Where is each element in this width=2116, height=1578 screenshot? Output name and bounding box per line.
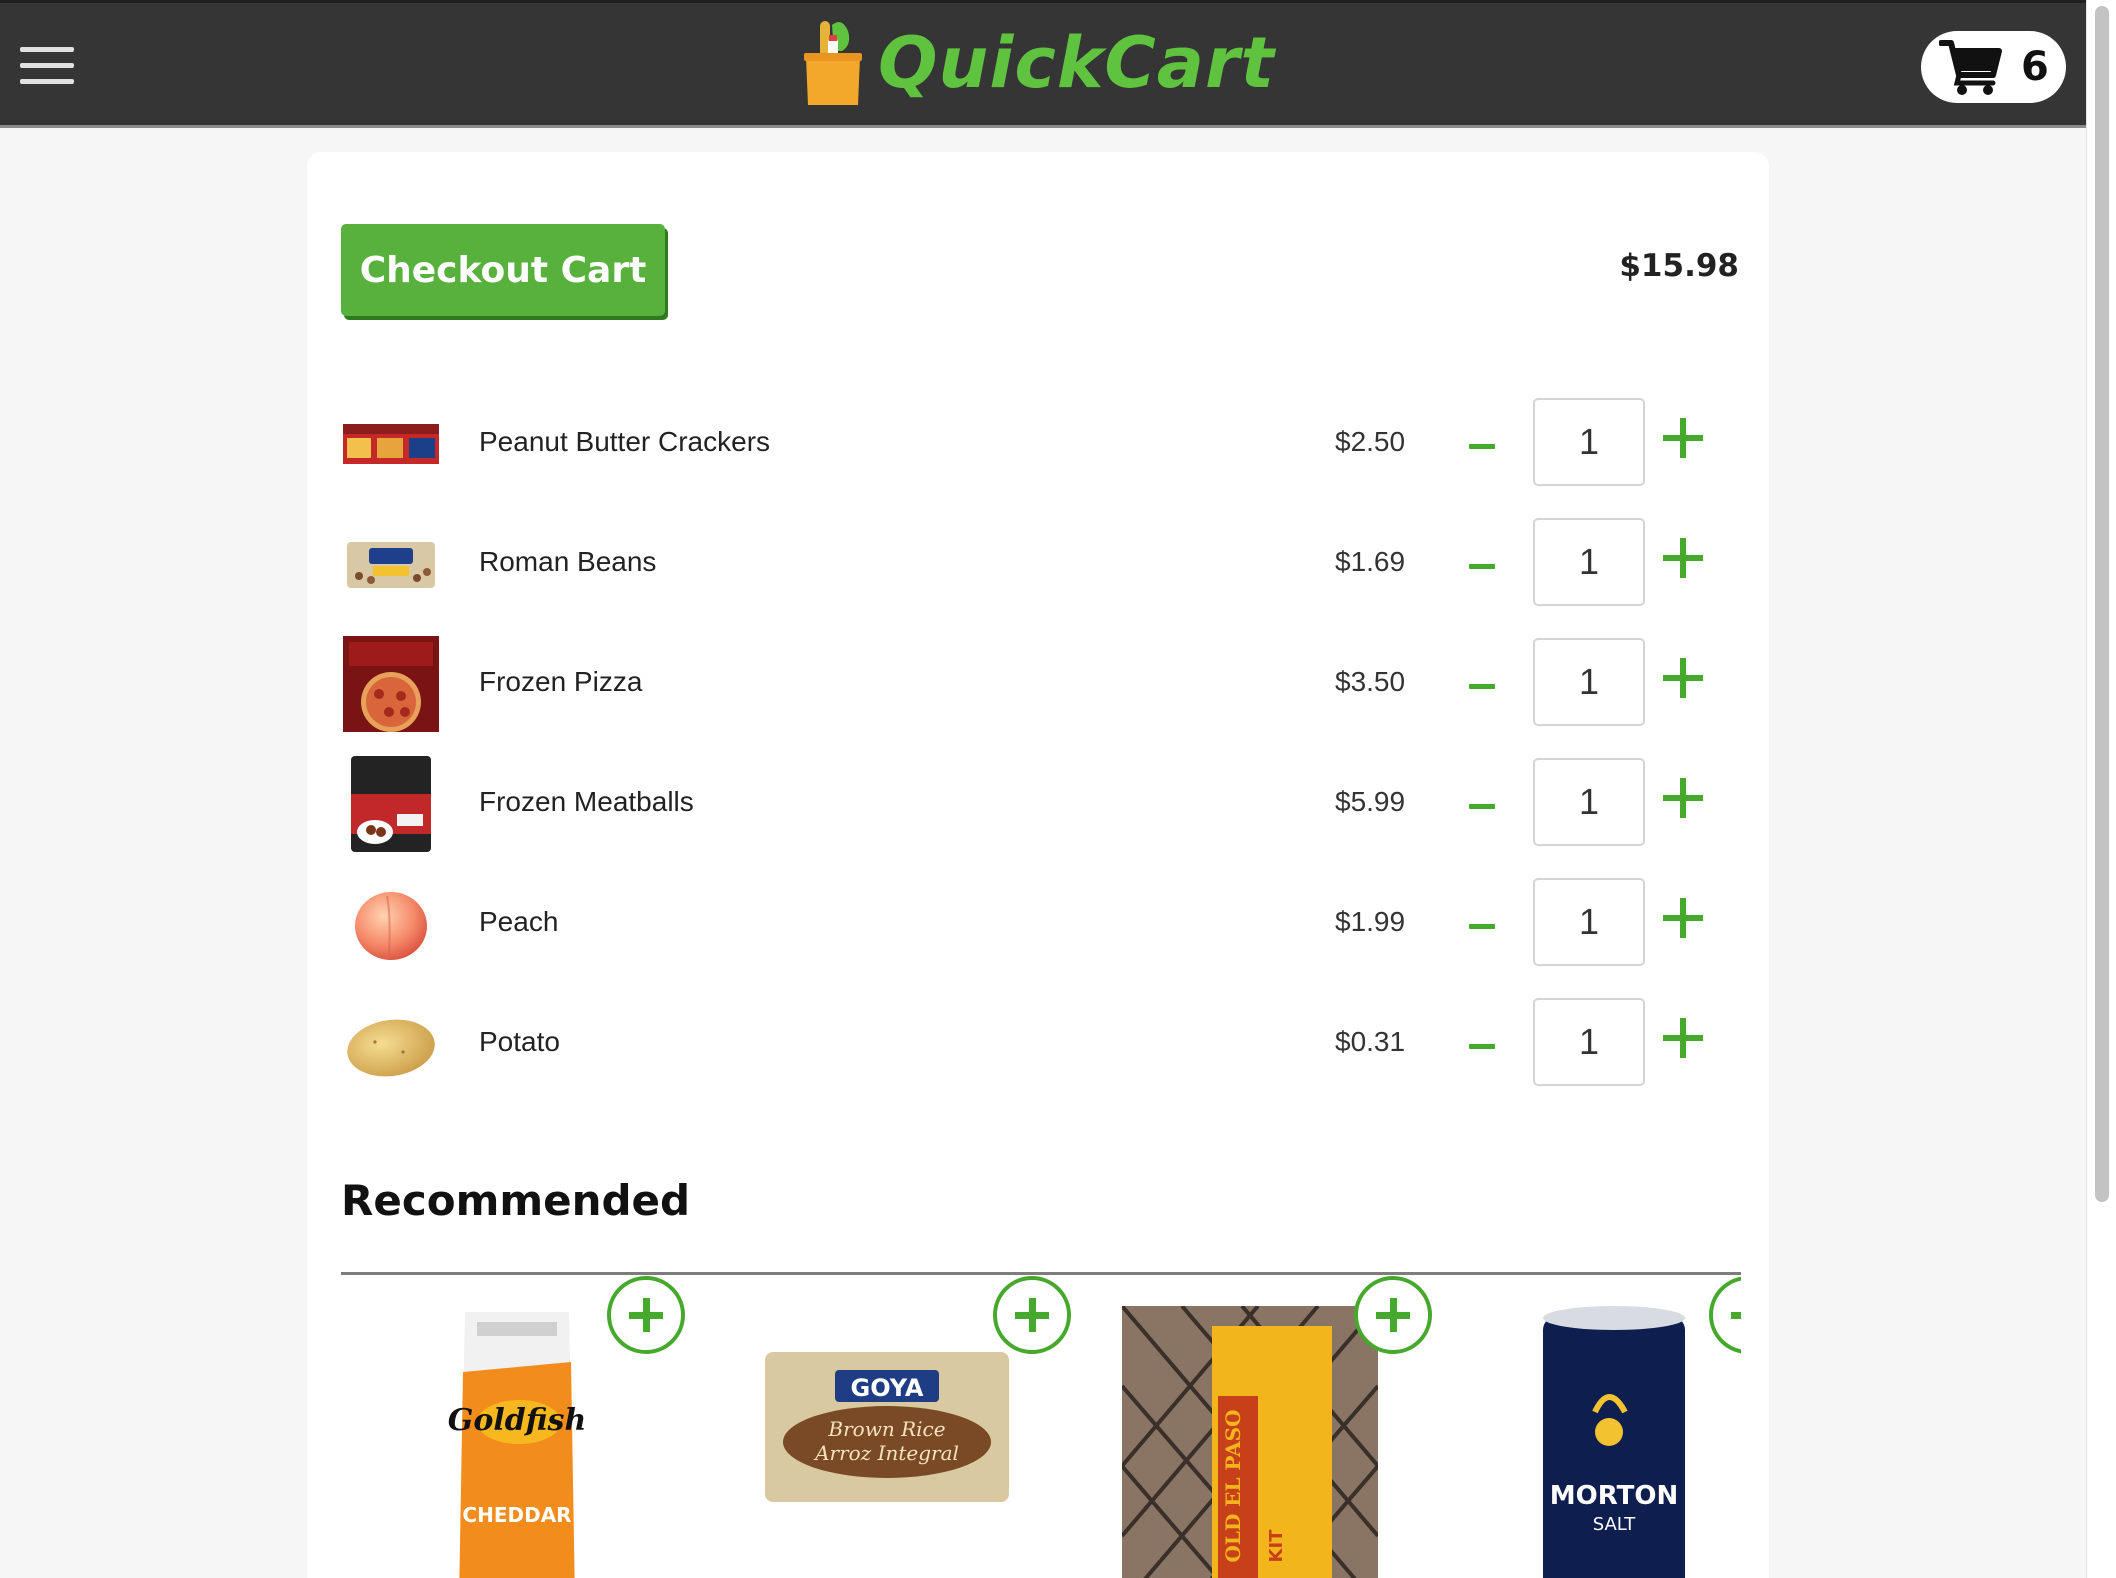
rice-bag-icon: GOYA Brown Rice Arroz Integral	[765, 1352, 1009, 1502]
add-recommended-button[interactable]	[1354, 1276, 1432, 1354]
rec-variant: Brown Rice	[827, 1417, 945, 1441]
scrollbar-thumb[interactable]	[2095, 6, 2109, 1202]
rec-variant: SALT	[1593, 1514, 1637, 1535]
app-logo[interactable]: QuickCart	[802, 13, 1275, 113]
top-navigation-bar: QuickCart 6	[0, 0, 2086, 128]
cart-panel: Checkout Cart $15.98 Peanut Butter Crack…	[307, 152, 1769, 1578]
salt-canister-icon: MORTON SALT	[1543, 1306, 1685, 1578]
cart-count-badge: 6	[2021, 44, 2049, 90]
add-recommended-button[interactable]	[607, 1276, 685, 1354]
add-recommended-button[interactable]	[993, 1276, 1071, 1354]
cart-button[interactable]: 6	[1921, 31, 2066, 103]
rec-brand: MORTON	[1550, 1481, 1678, 1511]
grocery-bag-icon	[804, 21, 862, 105]
taco-kit-icon: OLD EL PASO KIT	[1122, 1306, 1378, 1578]
recommended-carousel: Goldfish CHEDDAR GOYA Brown Rice Arroz I…	[307, 152, 1741, 1578]
app-page: QuickCart 6 Checkout Cart $15.98 Peanut …	[0, 0, 2086, 1578]
rec-brand: Goldfish	[448, 1403, 587, 1438]
recommended-product[interactable]: MORTON SALT	[1539, 1276, 1741, 1578]
rec-brand: OLD EL PASO	[1221, 1409, 1245, 1562]
recommended-product[interactable]: OLD EL PASO KIT	[1122, 1276, 1462, 1578]
rec-variant-2: Arroz Integral	[813, 1441, 959, 1465]
goldfish-bag-icon: Goldfish CHEDDAR	[448, 1312, 587, 1578]
app-name: QuickCart	[878, 22, 1275, 104]
page-scrollbar[interactable]	[2086, 0, 2116, 1578]
rec-brand: GOYA	[851, 1374, 924, 1402]
add-recommended-button[interactable]	[1709, 1276, 1741, 1354]
shopping-cart-icon	[1939, 40, 2002, 95]
rec-variant: CHEDDAR	[462, 1503, 571, 1527]
hamburger-menu-icon[interactable]	[20, 47, 74, 87]
recommended-product[interactable]: GOYA Brown Rice Arroz Integral	[757, 1276, 1097, 1578]
rec-variant: KIT	[1266, 1529, 1287, 1563]
recommended-product[interactable]: Goldfish CHEDDAR	[447, 1276, 787, 1578]
